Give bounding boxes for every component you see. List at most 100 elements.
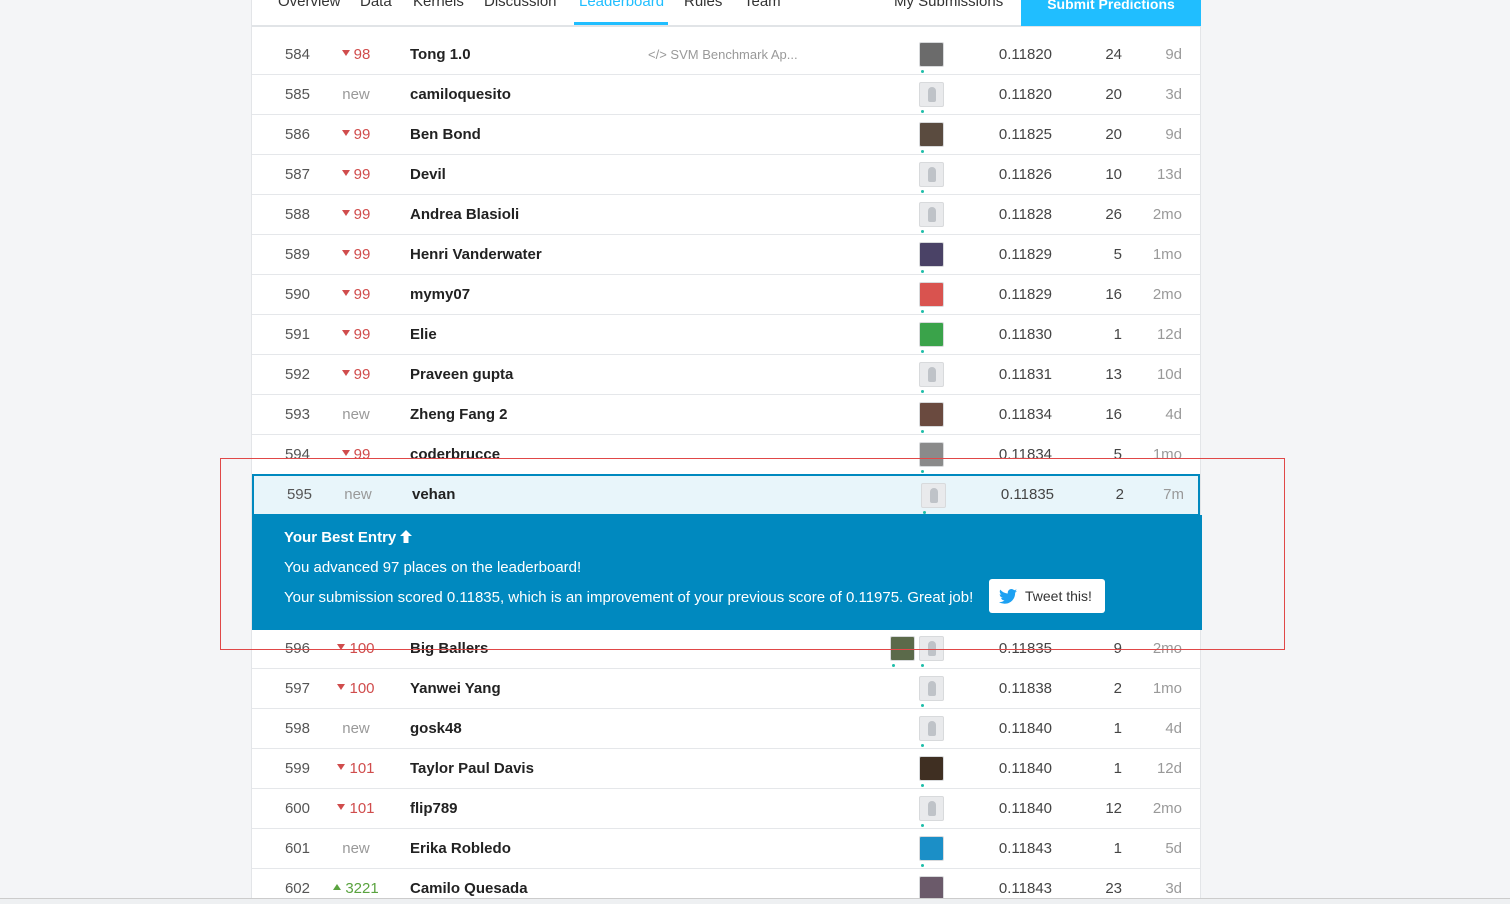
avatar[interactable] [919, 122, 944, 147]
rank-change-cell: 99 [330, 355, 382, 395]
kernel-link[interactable]: </> SVM Benchmark Ap... [648, 35, 798, 75]
avatar[interactable] [919, 442, 944, 467]
score-cell: 0.11843 [998, 840, 1052, 857]
table-row: 587 99 Devil 0.11826 10 13d [252, 155, 1200, 195]
tier-dot [923, 511, 926, 514]
last-submission-cell: 12d [1156, 760, 1182, 777]
rank-change-value: new [342, 840, 370, 857]
table-row: 591 99 Elie 0.11830 1 12d [252, 315, 1200, 355]
avatar[interactable] [919, 716, 944, 741]
avatar[interactable] [919, 756, 944, 781]
tab-rules[interactable]: Rules [684, 0, 722, 12]
tweet-button[interactable]: Tweet this! [989, 579, 1105, 613]
avatar[interactable] [919, 242, 944, 267]
score-cell: 0.11840 [998, 760, 1052, 777]
rank-cell: 600 [284, 800, 310, 817]
rank-cell: 586 [284, 126, 310, 143]
table-row: 584 98 Tong 1.0 </> SVM Benchmark Ap... 0.11… [252, 35, 1200, 75]
team-members [882, 75, 944, 115]
avatar[interactable] [921, 483, 946, 508]
entries-cell: 1 [1113, 720, 1122, 737]
avatar[interactable] [919, 282, 944, 307]
rank-cell: 588 [284, 206, 310, 223]
rank-change-value: new [342, 86, 370, 103]
team-name-link[interactable]: Taylor Paul Davis [410, 749, 534, 789]
rank-change-value: 98 [353, 46, 371, 63]
rank-change-cell: 99 [330, 155, 382, 195]
team-name-link[interactable]: flip789 [410, 789, 458, 829]
team-name-link[interactable]: Elie [410, 315, 437, 355]
rank-cell: 599 [284, 760, 310, 777]
rank-cell: 595 [286, 486, 312, 503]
best-entry-banner: Your Best Entry You advanced 97 places o… [252, 515, 1202, 630]
rank-change-cell: 100 [330, 669, 382, 709]
team-name-link[interactable]: Yanwei Yang [410, 669, 501, 709]
tier-dot [921, 310, 924, 313]
rank-change-cell: 101 [330, 789, 382, 829]
entries-cell: 10 [1105, 166, 1122, 183]
tab-overview[interactable]: Overview [278, 0, 341, 12]
tier-dot [921, 350, 924, 353]
tier-dot [921, 744, 924, 747]
team-name-link[interactable]: Devil [410, 155, 446, 195]
tier-dot [921, 70, 924, 73]
team-name-link[interactable]: Tong 1.0 [410, 35, 471, 75]
team-members [884, 476, 946, 516]
tab-discussion[interactable]: Discussion [484, 0, 557, 12]
avatar[interactable] [919, 796, 944, 821]
avatar[interactable] [919, 676, 944, 701]
team-name-link[interactable]: Andrea Blasioli [410, 195, 519, 235]
tab-leaderboard[interactable]: Leaderboard [579, 0, 664, 12]
rank-change-cell: 100 [330, 629, 382, 669]
tier-dot [921, 230, 924, 233]
tab-data[interactable]: Data [360, 0, 392, 12]
tier-dot [921, 470, 924, 473]
competition-nav: Overview Data Kernels Discussion Leaderb… [252, 0, 1201, 27]
team-name-link[interactable]: mymy07 [410, 275, 470, 315]
last-submission-cell: 3d [1165, 86, 1182, 103]
triangle-down-icon [341, 330, 350, 337]
avatar[interactable] [919, 636, 944, 661]
avatar[interactable] [919, 42, 944, 67]
team-name-link[interactable]: Henri Vanderwater [410, 235, 542, 275]
avatar[interactable] [919, 402, 944, 427]
avatar[interactable] [919, 162, 944, 187]
table-row: 585 new camiloquesito 0.11820 20 3d [252, 75, 1200, 115]
avatar[interactable] [890, 636, 915, 661]
tier-dot [921, 864, 924, 867]
triangle-down-icon [341, 290, 350, 297]
tier-dot [921, 784, 924, 787]
best-entry-title: Your Best Entry [284, 529, 413, 546]
avatar[interactable] [919, 322, 944, 347]
tab-team[interactable]: Team [744, 0, 781, 12]
team-name-link[interactable]: Zheng Fang 2 [410, 395, 508, 435]
team-name-link[interactable]: coderbrucce [410, 435, 500, 475]
avatar[interactable] [919, 836, 944, 861]
active-tab-underline [574, 22, 668, 25]
avatar[interactable] [919, 82, 944, 107]
submit-predictions-button[interactable]: Submit Predictions [1021, 0, 1201, 26]
rank-cell: 591 [284, 326, 310, 343]
team-name-link[interactable]: Ben Bond [410, 115, 481, 155]
rank-change-value: 99 [353, 446, 371, 463]
my-submissions-link[interactable]: My Submissions [894, 0, 1003, 12]
rank-change-value: 99 [353, 326, 371, 343]
avatar[interactable] [919, 202, 944, 227]
team-name-link[interactable]: vehan [412, 476, 455, 514]
rank-change-value: 100 [349, 640, 375, 657]
tier-dot [921, 190, 924, 193]
team-name-link[interactable]: gosk48 [410, 709, 462, 749]
tab-kernels[interactable]: Kernels [413, 0, 464, 12]
avatar[interactable] [919, 362, 944, 387]
team-name-link[interactable]: camiloquesito [410, 75, 511, 115]
team-name-link[interactable]: Erika Robledo [410, 829, 511, 869]
team-name-link[interactable]: Big Ballers [410, 629, 488, 669]
last-submission-cell: 2mo [1152, 206, 1182, 223]
score-cell: 0.11830 [998, 326, 1052, 343]
triangle-up-icon [333, 884, 342, 891]
team-members [882, 155, 944, 195]
entries-cell: 1 [1113, 760, 1122, 777]
team-name-link[interactable]: Praveen gupta [410, 355, 513, 395]
entries-cell: 1 [1113, 326, 1122, 343]
entries-cell: 16 [1105, 406, 1122, 423]
